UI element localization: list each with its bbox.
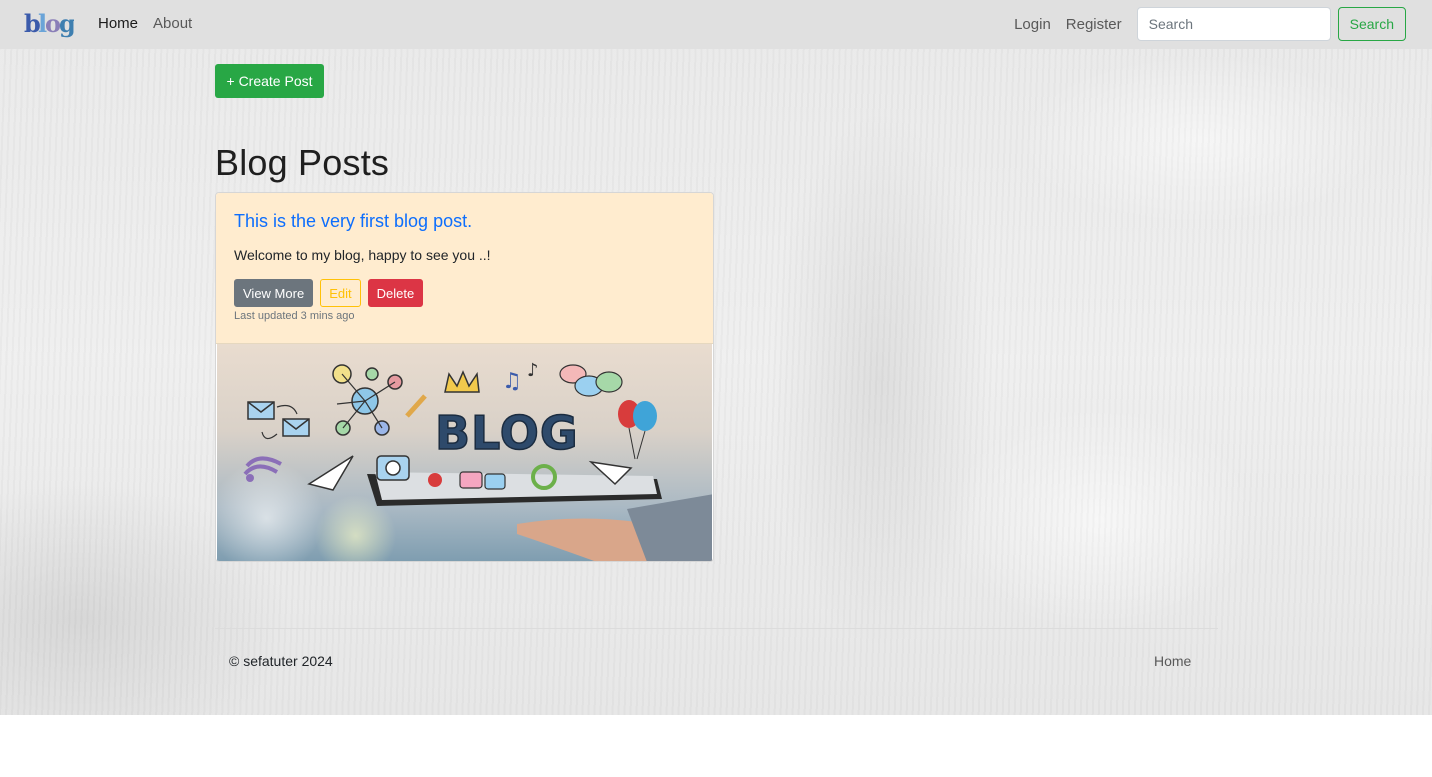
post-excerpt: Welcome to my blog, happy to see you ..! <box>234 247 491 263</box>
navbar: b l o g Home About Login Register Search <box>0 0 1432 49</box>
nav-login[interactable]: Login <box>1014 16 1051 33</box>
create-post-button[interactable]: + Create Post <box>215 64 324 98</box>
post-card-body: This is the very first blog post. Welcom… <box>216 193 713 344</box>
nav-home[interactable]: Home <box>98 15 138 32</box>
last-updated-text: Last updated 3 mins ago <box>234 310 355 322</box>
post-image: ♫ ♪ BLOG <box>217 344 712 561</box>
post-title[interactable]: This is the very first blog post. <box>234 211 695 232</box>
svg-text:♫: ♫ <box>502 369 522 394</box>
view-more-button[interactable]: View More <box>234 279 314 307</box>
post-card: This is the very first blog post. Welcom… <box>215 192 714 562</box>
nav-about[interactable]: About <box>153 15 192 32</box>
blog-image-text: BLOG <box>435 406 579 460</box>
search-input[interactable] <box>1136 7 1331 41</box>
footer-copyright: © sefatuter 2024 <box>229 653 333 669</box>
nav-register[interactable]: Register <box>1066 16 1122 33</box>
blog-illustration-icon: ♫ ♪ BLOG <box>243 360 712 561</box>
svg-text:♪: ♪ <box>527 360 539 381</box>
svg-text:g: g <box>59 9 74 38</box>
edit-button[interactable]: Edit <box>320 279 361 307</box>
delete-button[interactable]: Delete <box>367 279 424 307</box>
search-button[interactable]: Search <box>1337 7 1406 41</box>
blog-logo-icon: b l o g <box>24 9 74 38</box>
page-title: Blog Posts <box>215 142 390 183</box>
footer-home-link[interactable]: Home <box>1154 653 1191 669</box>
post-actions: View More Edit Delete <box>234 279 695 307</box>
brand-logo[interactable]: b l o g <box>24 8 74 38</box>
footer-divider <box>215 628 1218 629</box>
